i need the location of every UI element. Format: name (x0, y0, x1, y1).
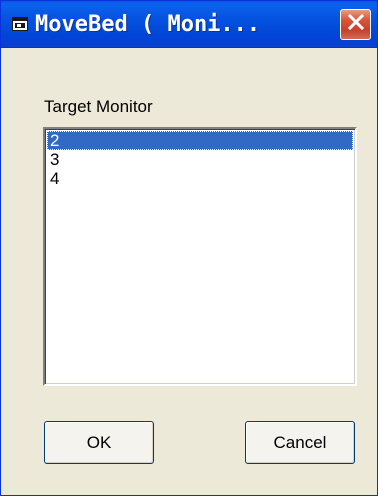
listbox-items: 2 3 4 (47, 131, 353, 188)
target-monitor-label: Target Monitor (44, 97, 153, 116)
dialog-window: MoveBed ( Moni... Target Monitor 2 3 4 O… (0, 0, 378, 496)
title-bar[interactable]: MoveBed ( Moni... (1, 1, 377, 48)
close-icon (347, 13, 365, 36)
close-button[interactable] (340, 9, 371, 40)
dialog-body: Target Monitor 2 3 4 OK Cancel (1, 48, 377, 495)
window-title: MoveBed ( Moni... (35, 12, 261, 37)
list-item-monitor-3[interactable]: 3 (47, 150, 353, 169)
list-item-monitor-2[interactable]: 2 (47, 131, 353, 150)
target-monitor-listbox[interactable]: 2 3 4 (43, 127, 357, 386)
ok-button[interactable]: OK (44, 421, 154, 464)
application-icon (12, 17, 28, 31)
cancel-button[interactable]: Cancel (245, 421, 355, 464)
list-item-monitor-4[interactable]: 4 (47, 169, 353, 188)
